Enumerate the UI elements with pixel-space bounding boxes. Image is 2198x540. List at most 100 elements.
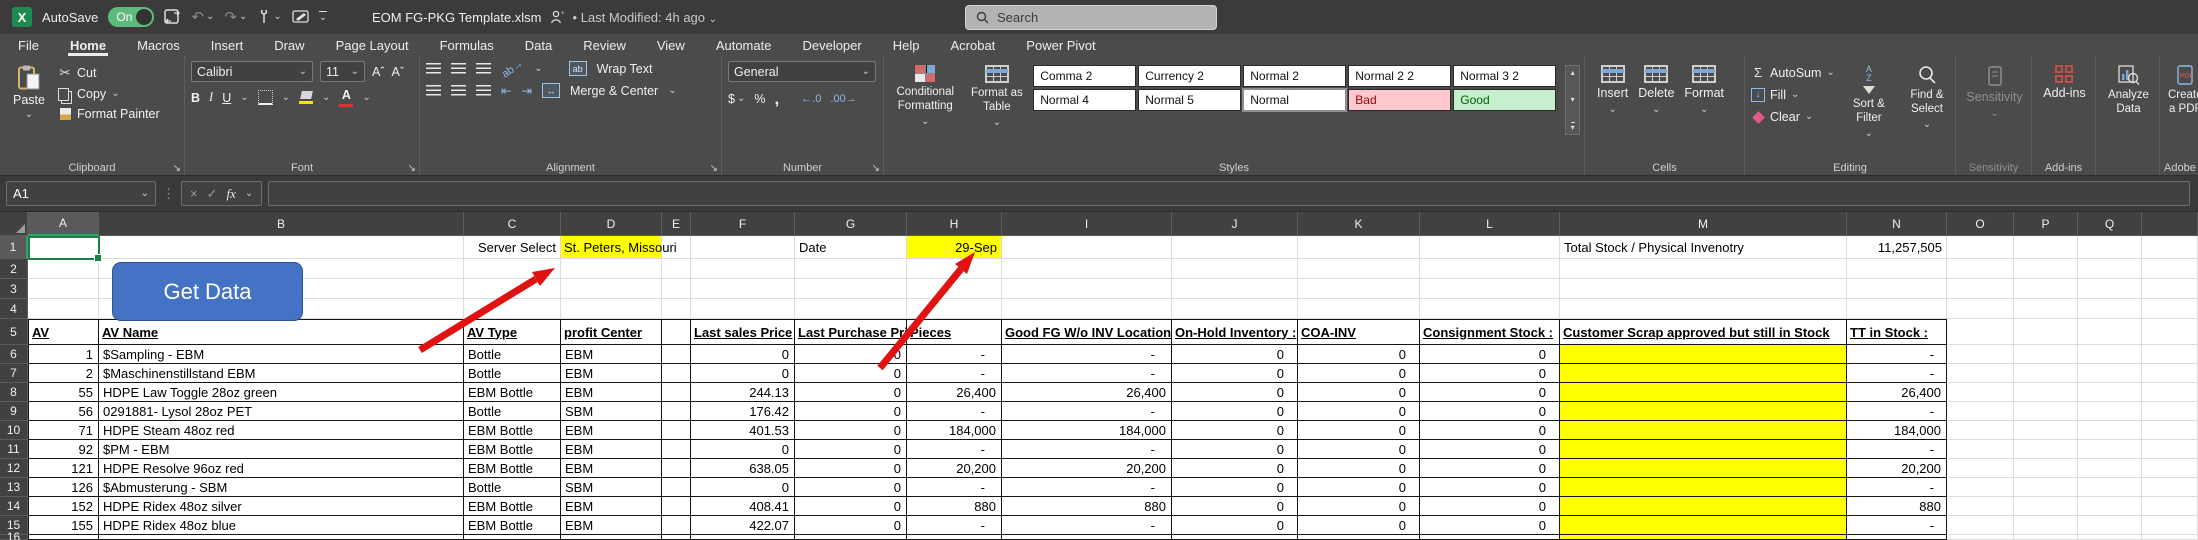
cell-Q10[interactable] xyxy=(2078,421,2142,440)
cell-B1[interactable] xyxy=(99,236,464,259)
bold-button[interactable]: B xyxy=(191,91,200,105)
cell-A13[interactable]: 126 xyxy=(28,478,99,497)
cell-J6[interactable]: 0 xyxy=(1172,345,1298,364)
cell-O16[interactable] xyxy=(1947,535,2014,540)
cell-M15[interactable] xyxy=(1560,516,1847,535)
cell-O3[interactable] xyxy=(1947,279,2014,299)
cell-J7[interactable]: 0 xyxy=(1172,364,1298,383)
cell-L12[interactable]: 0 xyxy=(1420,459,1560,478)
style-gallery-scrollbar[interactable]: ▴▾▾ xyxy=(1565,65,1580,135)
cell-G16[interactable] xyxy=(795,535,907,540)
cell-K13[interactable]: 0 xyxy=(1298,478,1420,497)
cell-M11[interactable] xyxy=(1560,440,1847,459)
tab-draw[interactable]: Draw xyxy=(272,39,306,56)
row-header-10[interactable]: 10 xyxy=(0,421,28,440)
cell-B8[interactable]: HDPE Law Toggle 28oz green xyxy=(99,383,464,402)
cell-K15[interactable]: 0 xyxy=(1298,516,1420,535)
cell-N15[interactable]: - xyxy=(1847,516,1947,535)
tab-automate[interactable]: Automate xyxy=(714,39,774,56)
cell-C7[interactable]: Bottle xyxy=(464,364,561,383)
cell-F16[interactable] xyxy=(691,535,795,540)
cell-N4[interactable] xyxy=(1847,299,1947,319)
cell-F4[interactable] xyxy=(691,299,795,319)
cell-I1[interactable] xyxy=(1002,236,1172,259)
row-header-3[interactable]: 3 xyxy=(0,279,28,299)
save-icon[interactable] xyxy=(164,9,181,25)
cell-N10[interactable]: 184,000 xyxy=(1847,421,1947,440)
cell-C13[interactable]: Bottle xyxy=(464,478,561,497)
cell-K12[interactable]: 0 xyxy=(1298,459,1420,478)
cell-L8[interactable]: 0 xyxy=(1420,383,1560,402)
column-header-O[interactable]: O xyxy=(1947,212,2014,236)
percent-style-button[interactable]: % xyxy=(754,92,765,106)
cell-R14[interactable] xyxy=(2142,497,2198,516)
cell-E5[interactable] xyxy=(662,319,691,345)
cell-F13[interactable]: 0 xyxy=(691,478,795,497)
cell-D6[interactable]: EBM xyxy=(561,345,662,364)
clear-button[interactable]: Clear⌄ xyxy=(1751,110,1835,124)
cell-B6[interactable]: $Sampling - EBM xyxy=(99,345,464,364)
format-cells-button[interactable]: Format⌄ xyxy=(1684,61,1724,157)
cell-H6[interactable]: - xyxy=(907,345,1002,364)
cell-G14[interactable]: 0 xyxy=(795,497,907,516)
cell-A4[interactable] xyxy=(28,299,99,319)
dialog-launcher-icon[interactable]: ↘ xyxy=(408,163,416,174)
column-header-P[interactable]: P xyxy=(2014,212,2078,236)
cell-Q3[interactable] xyxy=(2078,279,2142,299)
column-header-J[interactable]: J xyxy=(1172,212,1298,236)
column-header-M[interactable]: M xyxy=(1560,212,1847,236)
cell-P10[interactable] xyxy=(2014,421,2078,440)
cell-B11[interactable]: $PM - EBM xyxy=(99,440,464,459)
align-left-button[interactable] xyxy=(426,85,441,96)
style-bad[interactable]: Bad xyxy=(1348,89,1451,111)
cell-O14[interactable] xyxy=(1947,497,2014,516)
cell-E7[interactable] xyxy=(662,364,691,383)
cell-J11[interactable]: 0 xyxy=(1172,440,1298,459)
cell-R10[interactable] xyxy=(2142,421,2198,440)
cell-Q15[interactable] xyxy=(2078,516,2142,535)
cell-N12[interactable]: 20,200 xyxy=(1847,459,1947,478)
cell-K14[interactable]: 0 xyxy=(1298,497,1420,516)
permissions-person-icon[interactable]: + xyxy=(550,10,565,24)
cell-A10[interactable]: 71 xyxy=(28,421,99,440)
tab-insert[interactable]: Insert xyxy=(209,39,246,56)
row-header-1[interactable]: 1 xyxy=(0,236,28,259)
cell-C1[interactable]: Server Select xyxy=(464,236,561,259)
row-header-11[interactable]: 11 xyxy=(0,440,28,459)
row-header-6[interactable]: 6 xyxy=(0,345,28,364)
touch-mode-icon[interactable]: ⌄ xyxy=(257,10,281,25)
cell-O9[interactable] xyxy=(1947,402,2014,421)
cell-R9[interactable] xyxy=(2142,402,2198,421)
row-header-14[interactable]: 14 xyxy=(0,497,28,516)
column-header-D[interactable]: D xyxy=(561,212,662,236)
cell-I6[interactable]: - xyxy=(1002,345,1172,364)
cell-B7[interactable]: $Maschinenstillstand EBM xyxy=(99,364,464,383)
style-normal-3-2[interactable]: Normal 3 2 xyxy=(1453,65,1556,87)
cell-Q6[interactable] xyxy=(2078,345,2142,364)
cell-H7[interactable]: - xyxy=(907,364,1002,383)
align-middle-button[interactable] xyxy=(451,63,466,74)
cell-F6[interactable]: 0 xyxy=(691,345,795,364)
cell-J9[interactable]: 0 xyxy=(1172,402,1298,421)
cell-M1[interactable]: Total Stock / Physical Invenotry xyxy=(1560,236,1847,259)
cell-M4[interactable] xyxy=(1560,299,1847,319)
search-input[interactable]: Search xyxy=(965,5,1217,30)
cell-O10[interactable] xyxy=(1947,421,2014,440)
align-bottom-button[interactable] xyxy=(476,63,491,74)
underline-button[interactable]: U xyxy=(222,91,231,105)
cell-J8[interactable]: 0 xyxy=(1172,383,1298,402)
increase-indent-button[interactable]: ⇥ xyxy=(521,83,531,98)
number-format-select[interactable]: General⌄ xyxy=(728,61,876,82)
ribbon-display-icon[interactable]: ⌄ xyxy=(319,11,327,23)
cell-Q1[interactable] xyxy=(2078,236,2142,259)
cell-E15[interactable] xyxy=(662,516,691,535)
cell-F12[interactable]: 638.05 xyxy=(691,459,795,478)
cell-Q4[interactable] xyxy=(2078,299,2142,319)
cell-G7[interactable]: 0 xyxy=(795,364,907,383)
cell-B9[interactable]: 0291881- Lysol 28oz PET xyxy=(99,402,464,421)
tab-data[interactable]: Data xyxy=(523,39,554,56)
cell-G12[interactable]: 0 xyxy=(795,459,907,478)
cell-K7[interactable]: 0 xyxy=(1298,364,1420,383)
cell-G1[interactable]: Date xyxy=(795,236,907,259)
cell-M14[interactable] xyxy=(1560,497,1847,516)
